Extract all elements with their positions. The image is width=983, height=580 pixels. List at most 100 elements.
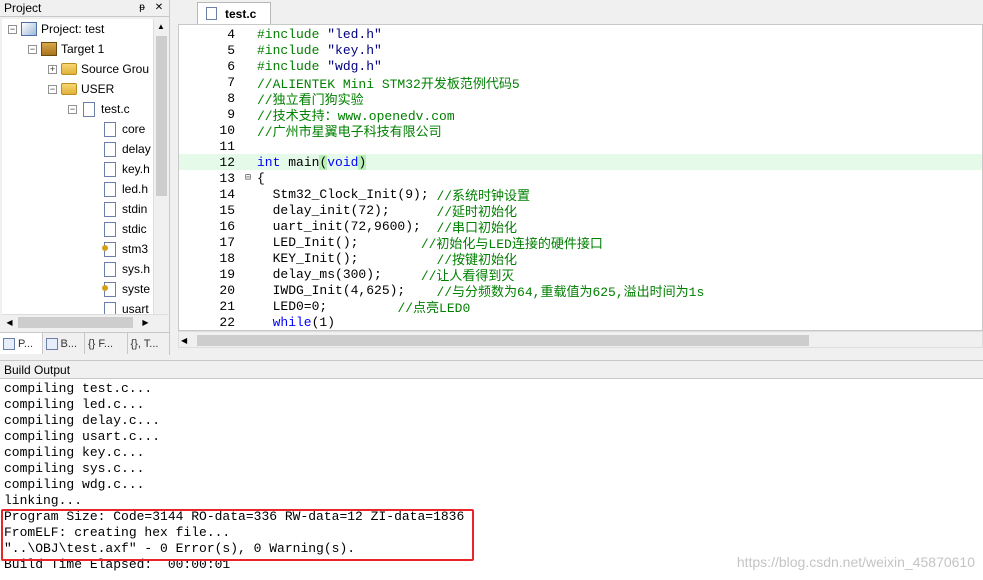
line-number: 5 [227, 42, 235, 58]
file-icon [206, 7, 217, 20]
code-token: KEY_Init(); [257, 250, 437, 266]
tree-file[interactable]: stdin [102, 199, 147, 219]
pin-icon[interactable]: ᵽ [135, 1, 149, 15]
build-output-line: compiling key.c... [4, 445, 145, 460]
tree-test-c[interactable]: − test.c [68, 99, 130, 119]
tree-file-label: stdin [122, 202, 148, 216]
tree-source-group[interactable]: + Source Grou [48, 59, 149, 79]
tree-file[interactable]: sys.h [102, 259, 150, 279]
code-line[interactable]: 4 #include "led.h" [179, 26, 982, 42]
fold-icon[interactable]: ⊟ [239, 172, 257, 184]
tree-file[interactable]: stm3 [102, 239, 148, 259]
tree-file[interactable]: key.h [102, 159, 150, 179]
line-number: 13 [219, 170, 235, 186]
code-token: #include [257, 26, 328, 42]
code-line[interactable]: 5 #include "key.h" [179, 42, 982, 58]
code-token: ( [319, 154, 328, 170]
tree-file[interactable]: core [102, 119, 145, 139]
project-tree[interactable]: − Project: test − Target 1 + Source Grou… [2, 19, 153, 314]
project-tab-icon [3, 337, 15, 350]
build-output-line: compiling test.c... [4, 381, 153, 396]
tree-file-label: delay [122, 142, 151, 156]
code-line[interactable]: 10 //广州市星翼电子科技有限公司 [179, 122, 982, 140]
build-output-line: linking... [4, 493, 83, 508]
tree-user[interactable]: − USER [48, 79, 114, 99]
line-number: 6 [227, 58, 235, 74]
build-output-line: compiling sys.c... [4, 461, 145, 476]
tab-test-c[interactable]: test.c [197, 2, 272, 24]
scroll-thumb[interactable] [156, 36, 167, 196]
tree-target[interactable]: − Target 1 [28, 39, 104, 59]
editor-tabs: test.c [175, 0, 983, 24]
tree-file[interactable]: delay [102, 139, 151, 159]
code-token: ) [358, 154, 367, 170]
build-output-line: compiling usart.c... [4, 429, 161, 444]
project-header: Project ᵽ ✕ [0, 0, 169, 17]
line-number: 11 [219, 138, 235, 154]
line-number: 20 [219, 282, 235, 298]
line-number: 16 [219, 218, 235, 234]
code-token: Stm32_Clock_Init(9); [257, 186, 437, 202]
scroll-right-icon[interactable]: ▶ [138, 315, 153, 330]
key-file-icon [102, 241, 116, 257]
file-icon [104, 181, 116, 197]
tree-file[interactable]: led.h [102, 179, 148, 199]
line-number: 14 [219, 186, 235, 202]
code-token: main [288, 154, 320, 170]
editor-horizontal-scrollbar[interactable]: ◀ [178, 331, 983, 348]
tree-file[interactable]: usart [102, 299, 149, 314]
code-token: { [257, 170, 265, 186]
close-icon[interactable]: ✕ [152, 1, 166, 15]
code-line[interactable]: 15 delay_init(72); //延时初始化 [179, 202, 982, 220]
tree-target-label: Target 1 [61, 42, 105, 56]
tree-file-label: usart [122, 302, 149, 314]
line-number: 22 [219, 314, 235, 330]
scroll-thumb[interactable] [18, 317, 133, 328]
code-line[interactable]: 12 int main(void) [179, 154, 982, 170]
collapse-icon[interactable]: − [8, 24, 17, 34]
folder-icon [61, 63, 77, 75]
scroll-left-icon[interactable]: ◀ [2, 315, 17, 330]
code-token: #include [257, 58, 328, 74]
code-line[interactable]: 18 KEY_Init(); //按键初始化 [179, 250, 982, 268]
tree-root[interactable]: − Project: test [8, 19, 104, 39]
collapse-icon[interactable]: − [68, 104, 77, 114]
tree-file[interactable]: stdic [102, 219, 147, 239]
code-line[interactable]: 17 LED_Init(); //初始化与LED连接的硬件接口 [179, 234, 982, 252]
code-area[interactable]: 4 #include "led.h" 5 #include "key.h" 6 #incl… [178, 24, 983, 331]
key-file-icon [102, 281, 116, 297]
line-number: 10 [219, 122, 235, 138]
tree-vertical-scrollbar[interactable]: ▲ [153, 19, 168, 314]
tree-horizontal-scrollbar[interactable]: ◀ ▶ [2, 314, 168, 329]
scroll-thumb[interactable] [197, 335, 809, 346]
code-line[interactable]: 20 IWDG_Init(4,625); //与分频数为64,重载值为625,溢… [179, 282, 982, 300]
project-panel: Project ᵽ ✕ − Project: test − Target 1 +… [0, 0, 170, 355]
code-token: //点亮LED0 [397, 300, 471, 316]
tab-functions[interactable]: {} F... [85, 333, 128, 354]
expand-icon[interactable]: + [48, 64, 57, 74]
code-line[interactable]: 13 ⊟{ [179, 170, 982, 186]
code-line[interactable]: 21 LED0=0; //点亮LED0 [179, 298, 982, 316]
editor-tab-label: test.c [225, 6, 257, 21]
file-icon [104, 261, 116, 277]
collapse-icon[interactable]: − [28, 44, 37, 54]
code-token: //广州市星翼电子科技有限公司 [257, 124, 442, 140]
scroll-left-icon[interactable]: ◀ [181, 332, 187, 349]
code-line[interactable]: 11 [179, 138, 982, 154]
collapse-icon[interactable]: − [48, 84, 57, 94]
tab-templates[interactable]: {}, T... [128, 333, 170, 354]
build-output-line: compiling wdg.c... [4, 477, 145, 492]
tree-user-label: USER [81, 82, 115, 96]
tab-project[interactable]: P... [0, 333, 43, 354]
scroll-up-icon[interactable]: ▲ [154, 19, 168, 34]
code-line[interactable]: 22 while (1) [179, 314, 982, 330]
file-icon [104, 141, 116, 157]
tree-root-label: Project: test [41, 22, 105, 36]
tree-file[interactable]: syste [102, 279, 150, 299]
tab-books[interactable]: B... [43, 333, 85, 354]
code-token: void [327, 154, 359, 170]
tab-label: {} F... [88, 337, 114, 350]
code-token: #include [257, 42, 328, 58]
code-token: "wdg.h" [327, 58, 382, 74]
code-line[interactable]: 14 Stm32_Clock_Init(9); //系统时钟设置 [179, 186, 982, 204]
